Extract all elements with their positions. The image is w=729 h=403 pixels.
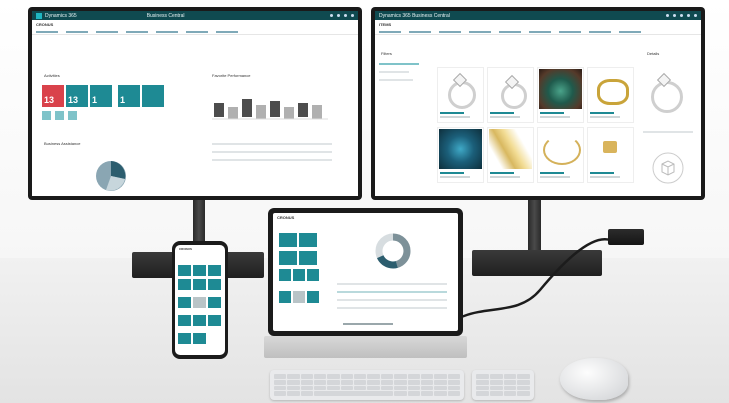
right-monitor-screen: Dynamics 365 Business Central ITEMS Filt… [375, 11, 701, 196]
filter-line [379, 71, 409, 73]
left-monitor-screen: Dynamics 365 Business Central CRONUS Act… [32, 11, 358, 196]
phone-tile[interactable] [193, 315, 206, 326]
tablet: CRONUS [268, 208, 463, 336]
filter-line [379, 63, 419, 65]
mouse-icon [560, 358, 628, 400]
performance-header: Favorite Performance [212, 73, 251, 78]
phone-tile[interactable] [208, 297, 221, 308]
topbar-icons[interactable] [666, 14, 697, 17]
app-title: Dynamics 365 [45, 12, 77, 19]
phone-tile[interactable] [193, 297, 206, 308]
phone-tile[interactable] [208, 315, 221, 326]
phone-tile[interactable] [178, 265, 191, 276]
phone: CRONUS [172, 241, 228, 359]
kpi-tile[interactable]: 1 [90, 85, 112, 107]
workspace-scene: Dynamics 365 Business Central CRONUS Act… [0, 0, 729, 403]
phone-tile[interactable] [178, 315, 191, 326]
tablet-tile[interactable] [299, 251, 317, 265]
ring-icon [543, 135, 581, 165]
center-title: Business Central [146, 12, 185, 19]
tablet-screen: CRONUS [273, 213, 458, 331]
details-pane-title: Details [647, 51, 660, 56]
picture-placeholder-icon [652, 152, 684, 184]
activities-header: Activities [44, 73, 60, 78]
kpi-tile[interactable]: 13 [42, 85, 64, 107]
product-tile[interactable] [487, 67, 534, 123]
phone-tile[interactable] [208, 279, 221, 290]
topbar-icons[interactable] [330, 14, 354, 17]
cable [441, 238, 611, 329]
phone-tile[interactable] [208, 265, 221, 276]
ring-icon [651, 81, 683, 113]
table-row [337, 299, 447, 301]
business-assistance-header: Business Assistance [44, 141, 81, 146]
company-name: CRONUS [36, 22, 54, 27]
pie-chart [96, 161, 126, 191]
ring-icon [597, 79, 629, 105]
phone-tile[interactable] [178, 333, 191, 344]
right-monitor: Dynamics 365 Business Central ITEMS Filt… [371, 7, 705, 200]
kpi-tile[interactable] [142, 85, 164, 107]
product-tile[interactable] [437, 127, 484, 183]
tablet-tile[interactable] [279, 269, 291, 281]
product-tile[interactable] [487, 127, 534, 183]
numpad [472, 370, 534, 400]
tablet-tile[interactable] [279, 251, 297, 265]
filter-pane-title: Filters [381, 51, 392, 56]
action-tile[interactable] [68, 111, 77, 120]
earring-icon [603, 141, 617, 153]
tablet-tile[interactable] [299, 233, 317, 247]
action-tile[interactable] [42, 111, 51, 120]
bar-chart [212, 99, 328, 120]
tablet-stand [264, 336, 467, 358]
phone-tile[interactable] [178, 297, 191, 308]
phone-tile[interactable] [178, 279, 191, 290]
tablet-title: CRONUS [277, 215, 295, 220]
action-bar[interactable] [375, 29, 701, 35]
tablet-tile[interactable] [293, 291, 305, 303]
table-row [337, 291, 447, 293]
donut-chart [375, 233, 411, 269]
table-row [212, 151, 332, 153]
app-title: Dynamics 365 Business Central [379, 12, 450, 19]
table-row [212, 143, 332, 145]
left-monitor: Dynamics 365 Business Central CRONUS Act… [28, 7, 362, 200]
product-tile[interactable] [587, 67, 634, 123]
tablet-tile[interactable] [307, 291, 319, 303]
product-tile[interactable] [537, 67, 584, 123]
table-row [337, 307, 447, 309]
details-line [643, 131, 693, 133]
filter-line [379, 79, 413, 81]
phone-title: CRONUS [179, 247, 193, 251]
logo-icon [36, 12, 42, 19]
product-tile[interactable] [437, 67, 484, 123]
nav-row[interactable] [32, 29, 358, 35]
product-tile[interactable] [587, 127, 634, 183]
table-row [337, 283, 447, 285]
left-monitor-topbar: Dynamics 365 Business Central [32, 11, 358, 20]
phone-tile[interactable] [193, 333, 206, 344]
kpi-tile[interactable]: 13 [66, 85, 88, 107]
keyboard [270, 370, 464, 400]
table-row [212, 159, 332, 161]
tablet-tile[interactable] [293, 269, 305, 281]
product-tile[interactable] [537, 127, 584, 183]
tablet-tile[interactable] [279, 291, 291, 303]
phone-tile[interactable] [193, 279, 206, 290]
taskbar [343, 323, 393, 325]
tablet-tile[interactable] [307, 269, 319, 281]
tablet-tile[interactable] [279, 233, 297, 247]
page-title: ITEMS [379, 22, 392, 27]
ring-icon [448, 81, 476, 109]
kpi-tile[interactable]: 1 [118, 85, 140, 107]
phone-tile[interactable] [193, 265, 206, 276]
action-tile[interactable] [55, 111, 64, 120]
phone-screen: CRONUS [175, 245, 225, 355]
right-monitor-topbar: Dynamics 365 Business Central [375, 11, 701, 20]
